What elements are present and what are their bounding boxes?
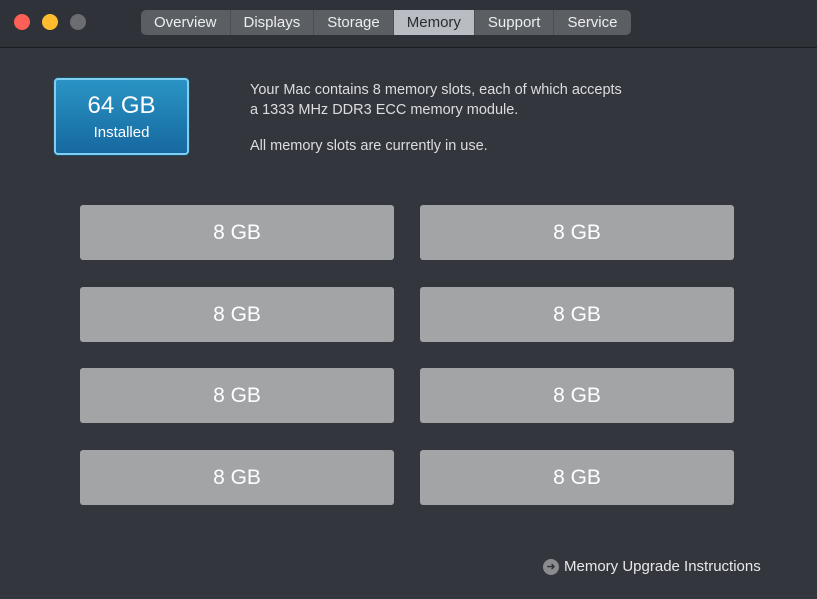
tab-service[interactable]: Service (554, 10, 630, 35)
tab-displays[interactable]: Displays (231, 10, 315, 35)
link-label: Memory Upgrade Instructions (564, 558, 761, 575)
memory-slot-5: 8 GB (80, 368, 394, 423)
memory-slot-8: 8 GB (420, 449, 734, 505)
tab-support[interactable]: Support (475, 10, 555, 35)
installed-label: Installed (93, 124, 150, 141)
title-bar: Overview Displays Storage Memory Support… (0, 0, 817, 48)
memory-slot-7: 8 GB (80, 449, 394, 505)
info-line-2: a 1333 MHz DDR3 ECC memory module. (250, 102, 519, 118)
memory-upgrade-instructions-link[interactable]: ➜ Memory Upgrade Instructions (543, 558, 761, 575)
memory-slot-2: 8 GB (420, 205, 734, 260)
info-line-1: Your Mac contains 8 memory slots, each o… (250, 82, 622, 98)
minimize-button[interactable] (42, 14, 58, 30)
tab-overview[interactable]: Overview (141, 10, 231, 35)
memory-slot-1: 8 GB (80, 205, 394, 260)
installed-memory-badge: 64 GB Installed (54, 78, 189, 155)
memory-slot-6: 8 GB (420, 368, 734, 423)
memory-info: Your Mac contains 8 memory slots, each o… (250, 80, 622, 156)
arrow-circle-right-icon: ➜ (543, 558, 559, 575)
tab-memory[interactable]: Memory (393, 10, 475, 35)
slot-status: All memory slots are currently in use. (250, 138, 488, 154)
memory-slot-3: 8 GB (80, 286, 394, 342)
tab-storage[interactable]: Storage (314, 10, 394, 35)
tab-bar: Overview Displays Storage Memory Support… (141, 10, 631, 35)
close-button[interactable] (14, 14, 30, 30)
installed-amount: 64 GB (87, 92, 156, 119)
zoom-button[interactable] (70, 14, 86, 30)
memory-slot-4: 8 GB (420, 286, 734, 342)
